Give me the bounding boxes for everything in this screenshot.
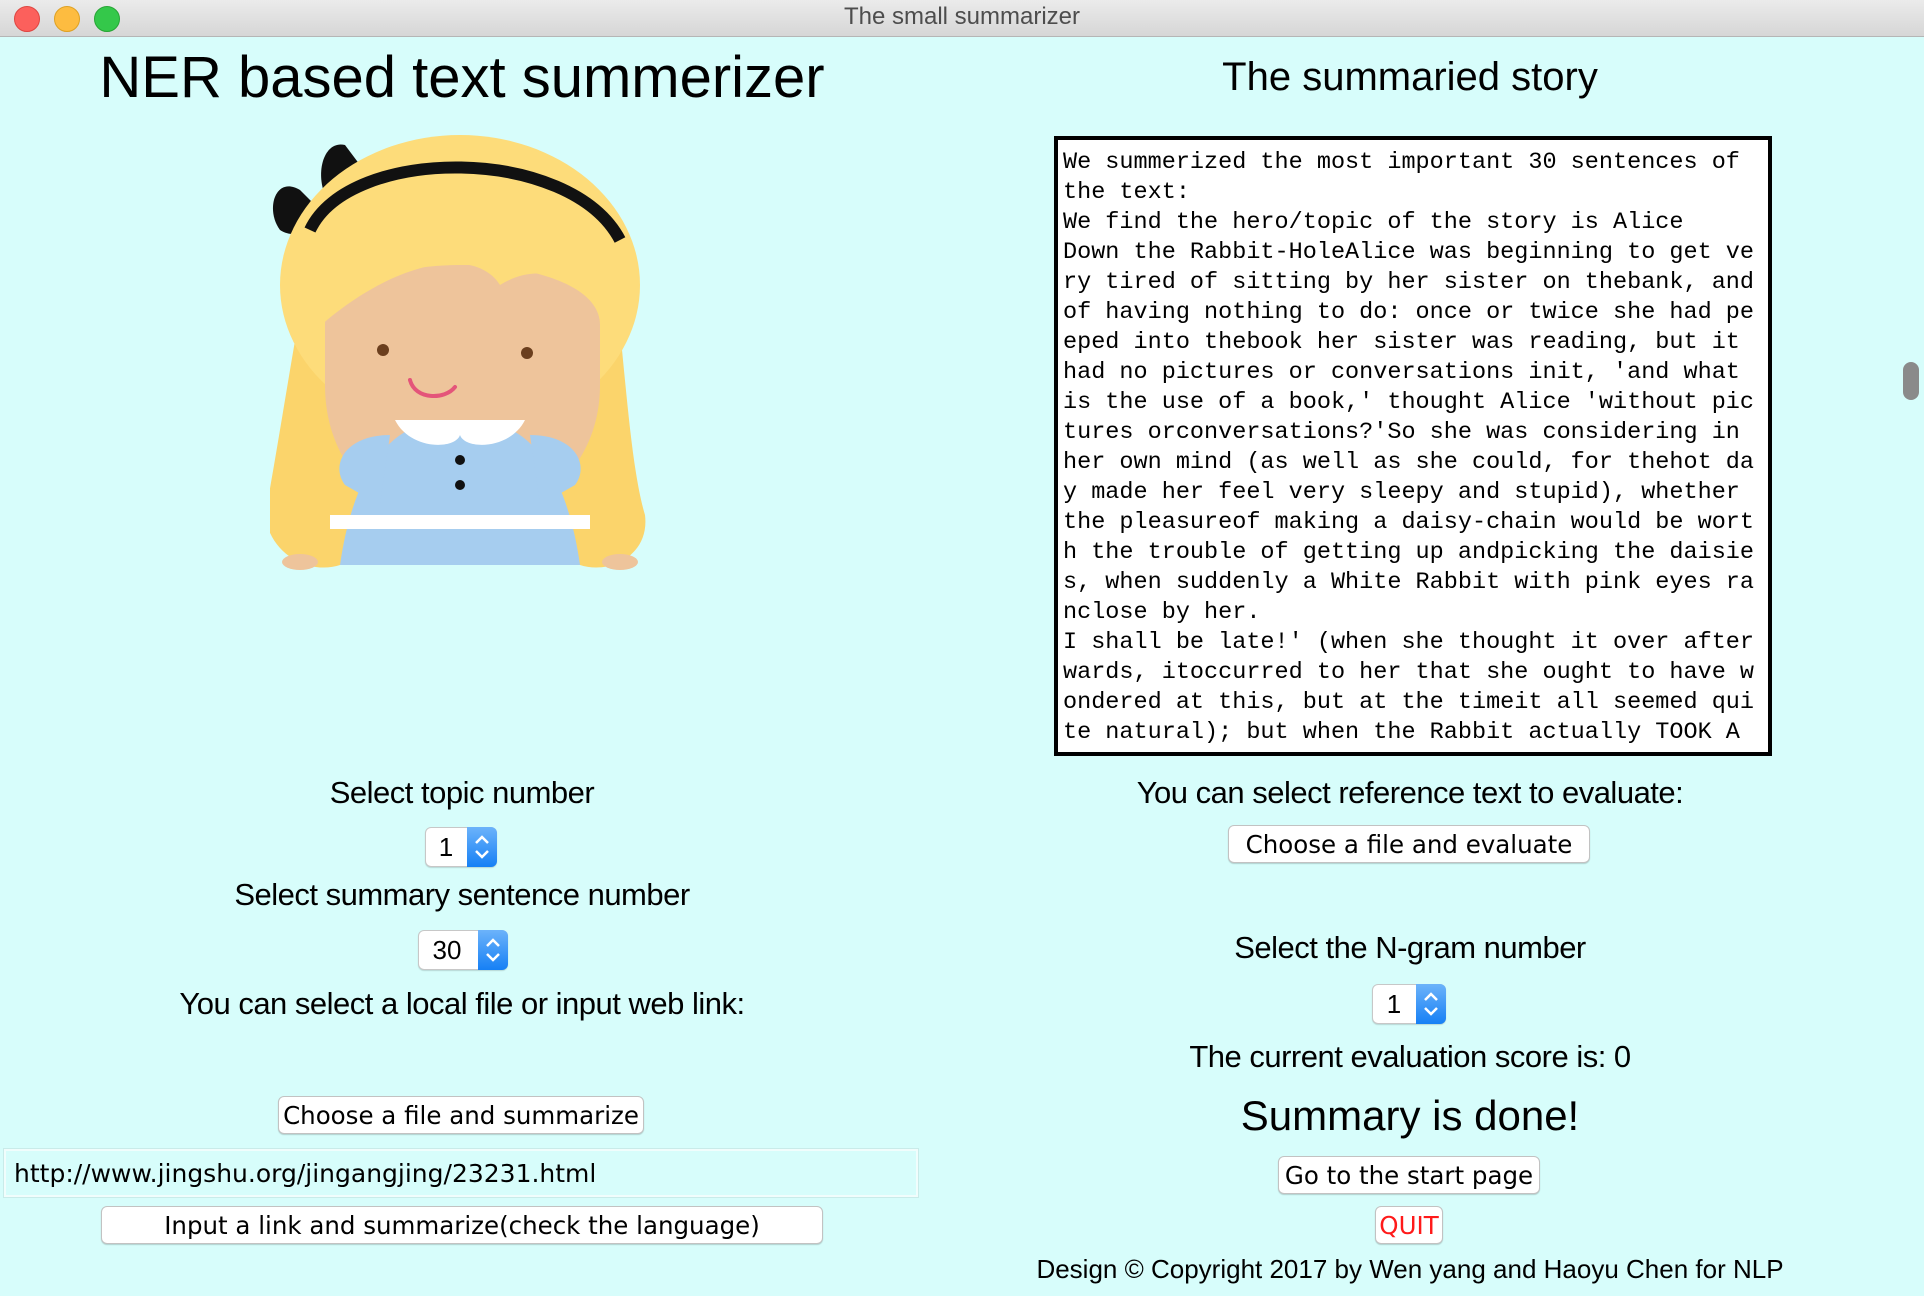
source-label: You can select a local file or input web… — [179, 986, 745, 1021]
start-page-button[interactable]: Go to the start page — [1278, 1156, 1540, 1194]
stepper-arrows-icon[interactable] — [467, 827, 497, 867]
stepper-arrows-icon[interactable] — [1416, 984, 1446, 1024]
summary-heading: The summaried story — [1222, 55, 1598, 99]
topic-number-label: Select topic number — [329, 775, 595, 810]
status-text: Summary is done! — [1240, 1092, 1580, 1139]
link-summarize-button[interactable]: Input a link and summarize(check the lan… — [101, 1206, 823, 1244]
choose-file-evaluate-button[interactable]: Choose a file and evaluate — [1228, 825, 1590, 863]
evaluation-score-text: The current evaluation score is: 0 — [1189, 1039, 1631, 1074]
topic-number-value: 1 — [438, 832, 454, 862]
ngram-label: Select the N-gram number — [1234, 930, 1586, 965]
reference-label: You can select reference text to evaluat… — [1136, 775, 1684, 810]
sentence-number-value: 30 — [432, 935, 462, 965]
summary-text-area[interactable]: We summerized the most important 30 sent… — [1054, 136, 1772, 756]
sentence-number-label: Select summary sentence number — [234, 877, 690, 912]
alice-illustration — [270, 135, 646, 570]
ngram-value: 1 — [1386, 989, 1402, 1019]
url-input[interactable] — [3, 1148, 919, 1198]
scrollbar-thumb[interactable] — [1903, 362, 1919, 400]
app-window: The small summarizer NER based text summ… — [0, 0, 1924, 1296]
sentence-number-stepper[interactable]: 30 — [418, 930, 508, 970]
choose-file-summarize-button[interactable]: Choose a file and summarize — [278, 1096, 644, 1134]
quit-button[interactable]: QUIT — [1375, 1206, 1443, 1244]
ngram-stepper[interactable]: 1 — [1372, 984, 1446, 1024]
title-bar: The small summarizer — [0, 0, 1924, 37]
topic-number-stepper[interactable]: 1 — [425, 827, 497, 867]
summary-text: We summerized the most important 30 sent… — [1063, 149, 1755, 752]
stepper-arrows-icon[interactable] — [478, 930, 508, 970]
app-heading: NER based text summerizer — [99, 45, 825, 110]
copyright-text: Design © Copyright 2017 by Wen yang and … — [1036, 1254, 1784, 1284]
window-title: The small summarizer — [843, 3, 1081, 30]
